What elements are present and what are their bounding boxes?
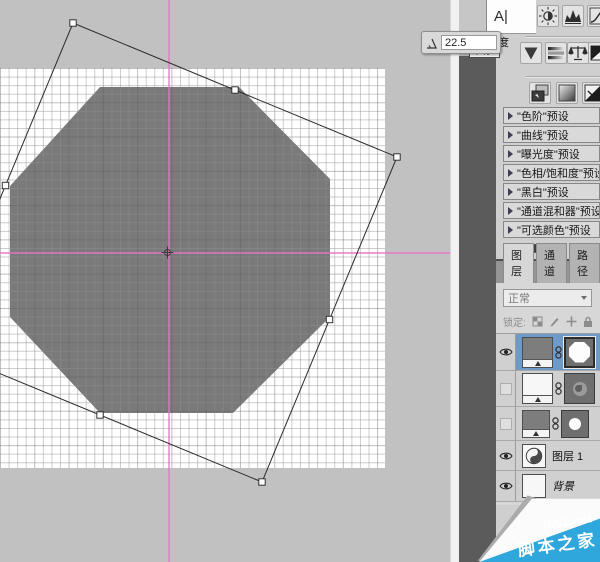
mask-shape	[569, 418, 581, 430]
invert-icon[interactable]	[582, 82, 600, 104]
black-white-icon[interactable]	[588, 42, 600, 64]
layer-name[interactable]: 背景	[552, 478, 574, 494]
layer-list: 图层 1 背景	[496, 334, 600, 502]
preset-label: "色相/饱和度"预设	[517, 165, 600, 181]
levels-icon[interactable]	[562, 5, 584, 27]
transform-handle	[232, 87, 238, 93]
visibility-eye-icon[interactable]	[496, 334, 516, 370]
tab-路径[interactable]: 路径	[569, 243, 600, 283]
separator	[526, 36, 600, 37]
layer-row-背景[interactable]: 背景	[496, 471, 600, 502]
mask-shape	[569, 342, 590, 363]
mask-link-icon[interactable]	[550, 417, 561, 430]
layer-row[interactable]	[496, 407, 600, 441]
rotation-angle-field[interactable]: 22.5	[441, 35, 497, 50]
transform-handle	[97, 412, 103, 418]
layer-thumbnail[interactable]	[522, 373, 553, 404]
transform-handle	[326, 316, 332, 322]
disclosure-triangle-icon[interactable]	[508, 188, 513, 196]
layer-name[interactable]: 图层 1	[552, 448, 583, 464]
curves-icon[interactable]	[587, 5, 600, 27]
layer-mask-thumbnail[interactable]	[564, 337, 595, 368]
app-background-column	[459, 56, 496, 562]
disclosure-triangle-icon[interactable]	[508, 169, 513, 177]
character-panel-label: A|	[494, 8, 508, 25]
hue-saturation-icon[interactable]	[545, 42, 567, 64]
preset-row[interactable]: "曝光度"预设	[503, 145, 600, 162]
mask-link-icon[interactable]	[553, 346, 564, 359]
preset-row[interactable]: "黑白"预设	[503, 183, 600, 200]
preset-row[interactable]: "通道混和器"预设	[503, 202, 600, 219]
photo-filter-icon[interactable]	[529, 82, 551, 104]
mask-shape	[573, 382, 587, 396]
mask-link-icon[interactable]	[553, 382, 564, 395]
preset-row[interactable]: "曲线"预设	[503, 126, 600, 143]
layers-panel-body: 正常 锁定:	[496, 283, 600, 505]
layer-row[interactable]	[496, 371, 600, 407]
preset-label: "黑白"预设	[517, 184, 569, 200]
right-panel: "色阶"预设 "曲线"预设 "曝光度"预设 "色相/饱和度"预设 "黑白"预设 "通道混和…	[496, 0, 600, 562]
disclosure-triangle-icon[interactable]	[508, 112, 513, 120]
transform-handle	[2, 182, 8, 188]
transform-handle	[394, 154, 400, 160]
document-canvas[interactable]	[0, 0, 450, 562]
layer-row[interactable]	[496, 334, 600, 371]
lock-all-icon[interactable]	[583, 316, 593, 328]
transform-angle-hud: 22.5	[421, 31, 501, 54]
vibrance-icon[interactable]	[520, 42, 542, 64]
blend-mode-select[interactable]: 正常	[503, 289, 592, 307]
lock-label: 锁定:	[503, 314, 526, 329]
blend-mode-value: 正常	[508, 290, 530, 306]
brightness-contrast-icon[interactable]	[537, 5, 559, 27]
layer-mask-thumbnail[interactable]	[561, 410, 589, 438]
visibility-eye-icon[interactable]	[496, 471, 516, 501]
disclosure-triangle-icon[interactable]	[508, 207, 513, 215]
tab-通道[interactable]: 通道	[536, 243, 567, 283]
preset-row[interactable]: "色相/饱和度"预设	[503, 164, 600, 181]
chevron-down-icon	[581, 296, 587, 300]
tab-图层[interactable]: 图层	[503, 243, 534, 283]
channel-mixer-icon[interactable]	[556, 82, 578, 104]
layer-thumbnail[interactable]	[522, 410, 550, 438]
layers-panel-group: 图层通道路径 正常 锁定:	[496, 259, 600, 505]
layer-thumbnail[interactable]	[522, 444, 546, 468]
adjustments-presets-list: "色阶"预设 "曲线"预设 "曝光度"预设 "色相/饱和度"预设 "黑白"预设 "通道混和…	[503, 107, 600, 240]
preset-label: "色阶"预设	[517, 108, 569, 124]
transform-handle	[259, 479, 265, 485]
lock-pixels-icon[interactable]	[549, 316, 560, 327]
layer-thumbnail[interactable]	[522, 337, 553, 368]
preset-label: "可选颜色"预设	[517, 222, 591, 238]
lock-transparency-icon[interactable]	[532, 316, 543, 327]
lock-options-row: 锁定:	[503, 314, 593, 329]
preset-label: "曝光度"预设	[517, 146, 580, 162]
layer-thumbnail[interactable]	[522, 474, 546, 498]
separator	[526, 76, 600, 77]
color-balance-icon[interactable]	[567, 42, 589, 64]
visibility-toggle-empty[interactable]	[496, 371, 516, 406]
canvas-scrollbar[interactable]	[450, 0, 459, 562]
preset-row[interactable]: "可选颜色"预设	[503, 221, 600, 238]
disclosure-triangle-icon[interactable]	[508, 150, 513, 158]
angle-icon	[425, 36, 438, 50]
layer-row-图层 1[interactable]: 图层 1	[496, 441, 600, 471]
preset-row[interactable]: "色阶"预设	[503, 107, 600, 124]
visibility-toggle-empty[interactable]	[496, 407, 516, 440]
disclosure-triangle-icon[interactable]	[508, 131, 513, 139]
transform-handle	[70, 20, 76, 26]
photoshop-workspace: A| 22.5 度 未标 "色阶"预设"曲线"预设"曝光度"预设"色相/饱和度"…	[0, 0, 600, 562]
panel-tab-bar: 图层通道路径	[496, 259, 600, 283]
visibility-eye-icon[interactable]	[496, 441, 516, 470]
layer-mask-thumbnail[interactable]	[564, 373, 595, 404]
preset-label: "曲线"预设	[517, 127, 569, 143]
character-panel-icon[interactable]: A|	[486, 0, 536, 34]
preset-label: "通道混和器"预设	[517, 203, 600, 219]
lock-position-icon[interactable]	[566, 316, 577, 327]
disclosure-triangle-icon[interactable]	[508, 226, 513, 234]
